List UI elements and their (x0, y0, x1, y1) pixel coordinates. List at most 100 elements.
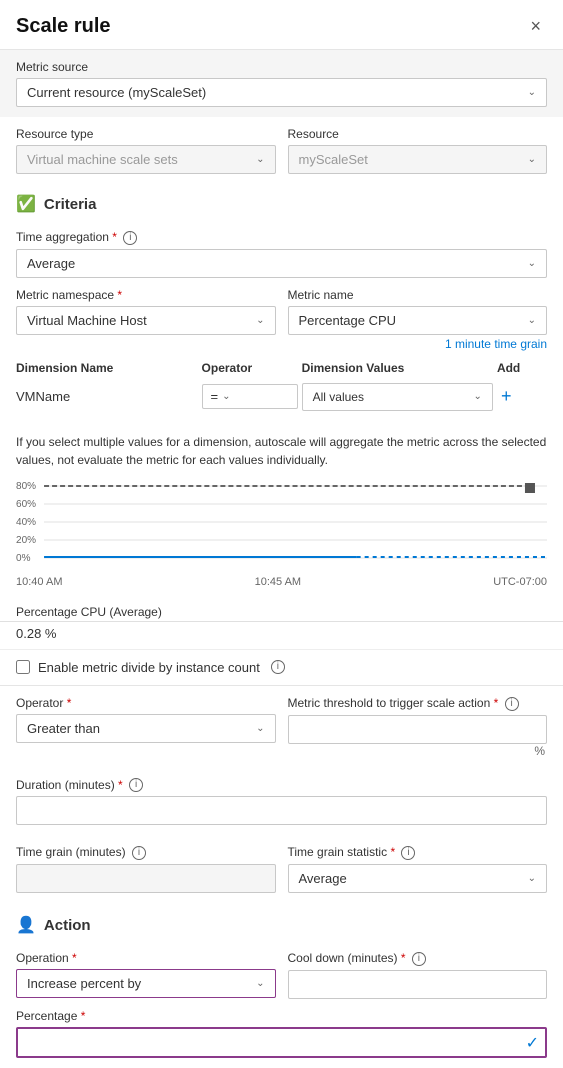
close-button[interactable]: × (524, 14, 547, 39)
operator-threshold-section: Operator * Greater than ⌄ Metric thresho… (0, 686, 563, 768)
dim-values-arrow-icon: ⌄ (474, 391, 482, 402)
percentage-field: Percentage * 20 ✓ (16, 1009, 547, 1058)
percentage-input[interactable]: 20 (16, 1027, 547, 1058)
add-dimension-button[interactable]: + (497, 386, 516, 407)
resource-type-arrow-icon: ⌄ (256, 154, 264, 165)
chart-time-1: 10:40 AM (16, 576, 62, 588)
metric-namespace-value: Virtual Machine Host (27, 313, 147, 328)
resource-type-resource-row: Resource type Virtual machine scale sets… (16, 127, 547, 174)
time-aggregation-required: * (112, 230, 117, 244)
dim-col-operator: Operator (202, 357, 302, 379)
criteria-header: ✅ Criteria (0, 184, 563, 220)
metric-threshold-input[interactable]: 70 (288, 715, 548, 744)
time-grain-statistic-value: Average (299, 871, 347, 886)
action-section: Operation * Increase percent by ⌄ Cool d… (0, 941, 563, 1068)
time-grain-stat-arrow-icon: ⌄ (528, 873, 536, 884)
enable-divide-label: Enable metric divide by instance count (38, 660, 260, 675)
resource-type-dropdown: Virtual machine scale sets ⌄ (16, 145, 276, 174)
dim-row-values: All values ⌄ (302, 379, 497, 415)
operator-dropdown[interactable]: Greater than ⌄ (16, 714, 276, 743)
duration-input[interactable]: 10 (16, 796, 547, 825)
resource-dropdown: myScaleSet ⌄ (288, 145, 548, 174)
percentage-input-container: 20 ✓ (16, 1027, 547, 1058)
metric-name-value: Percentage CPU (299, 313, 397, 328)
time-grain-section: Time grain (minutes) i 1 Time grain stat… (0, 835, 563, 903)
resource-label: Resource (288, 127, 548, 141)
metric-namespace-dropdown[interactable]: Virtual Machine Host ⌄ (16, 306, 276, 335)
time-aggregation-value: Average (27, 256, 75, 271)
metric-name-dropdown[interactable]: Percentage CPU ⌄ (288, 306, 548, 335)
time-grain-field: Time grain (minutes) i 1 (16, 845, 276, 893)
criteria-label: Criteria (44, 196, 97, 213)
dim-operator-arrow-icon: ⌄ (222, 391, 230, 402)
metric-source-label: Metric source (16, 60, 547, 74)
metric-value: 0.28 % (0, 622, 563, 650)
enable-divide-info-icon[interactable]: i (271, 660, 285, 674)
operator-threshold-row: Operator * Greater than ⌄ Metric thresho… (16, 696, 547, 758)
cool-down-info-icon[interactable]: i (412, 952, 426, 966)
duration-label: Duration (minutes) * i (16, 778, 547, 793)
resource-value: myScaleSet (299, 152, 368, 167)
resource-type-label: Resource type (16, 127, 276, 141)
panel-title: Scale rule (16, 15, 111, 38)
metric-namespace-label: Metric namespace * (16, 288, 276, 302)
dim-row-operator: = ⌄ (202, 379, 302, 415)
resource-type-value: Virtual machine scale sets (27, 152, 178, 167)
time-aggregation-dropdown[interactable]: Average ⌄ (16, 249, 547, 278)
cool-down-input[interactable]: 5 (288, 970, 548, 999)
metric-threshold-field: Metric threshold to trigger scale action… (288, 696, 548, 758)
time-grain-statistic-label: Time grain statistic * i (288, 845, 548, 860)
time-grain-note: 1 minute time grain (16, 335, 547, 353)
chart-svg: 80% 60% 40% 20% 0% (16, 481, 547, 571)
metric-threshold-suffix: % (288, 744, 548, 758)
metric-source-value: Current resource (myScaleSet) (27, 85, 206, 100)
metric-namespace-arrow-icon: ⌄ (256, 315, 264, 326)
time-aggregation-label: Time aggregation * i (16, 230, 547, 245)
metric-source-dropdown[interactable]: Current resource (myScaleSet) ⌄ (16, 78, 547, 107)
operator-label: Operator * (16, 696, 276, 710)
dim-operator-dropdown[interactable]: = ⌄ (202, 384, 298, 409)
operation-label: Operation * (16, 951, 276, 965)
metric-name-label: Metric name (288, 288, 548, 302)
duration-info-icon[interactable]: i (129, 778, 143, 792)
time-aggregation-info-icon[interactable]: i (123, 231, 137, 245)
operation-field: Operation * Increase percent by ⌄ (16, 951, 276, 999)
operation-value: Increase percent by (27, 976, 141, 991)
metric-threshold-label: Metric threshold to trigger scale action… (288, 696, 548, 711)
chart-time-3: UTC-07:00 (493, 576, 547, 588)
dim-values-dropdown[interactable]: All values ⌄ (302, 383, 493, 411)
time-grain-info-icon[interactable]: i (132, 846, 146, 860)
time-grain-statistic-dropdown[interactable]: Average ⌄ (288, 864, 548, 893)
dim-col-name: Dimension Name (16, 357, 202, 379)
panel-header: Scale rule × (0, 0, 563, 50)
dim-col-add: Add (497, 357, 547, 379)
svg-text:20%: 20% (16, 535, 36, 546)
metric-name-arrow-icon: ⌄ (528, 315, 536, 326)
time-grain-row: Time grain (minutes) i 1 Time grain stat… (16, 845, 547, 893)
metric-name-field: Metric name Percentage CPU ⌄ (288, 288, 548, 335)
time-aggregation-field: Time aggregation * i Average ⌄ (16, 230, 547, 278)
cool-down-label: Cool down (minutes) * i (288, 951, 548, 966)
enable-divide-checkbox[interactable] (16, 660, 30, 674)
metric-source-arrow-icon: ⌄ (528, 87, 536, 98)
metric-threshold-info-icon[interactable]: i (505, 697, 519, 711)
dimension-table: Dimension Name Operator Dimension Values… (16, 357, 547, 415)
dim-operator-value: = (211, 389, 219, 404)
svg-text:0%: 0% (16, 553, 31, 564)
table-row: VMName = ⌄ All values ⌄ + (16, 379, 547, 415)
time-aggregation-arrow-icon: ⌄ (528, 258, 536, 269)
percentage-check-icon: ✓ (526, 1033, 539, 1053)
svg-text:60%: 60% (16, 499, 36, 510)
info-note: If you select multiple values for a dime… (0, 425, 563, 477)
resource-section: Resource type Virtual machine scale sets… (0, 117, 563, 184)
time-grain-stat-info-icon[interactable]: i (401, 846, 415, 860)
time-grain-label: Time grain (minutes) i (16, 845, 276, 860)
operation-dropdown[interactable]: Increase percent by ⌄ (16, 969, 276, 998)
dim-col-values: Dimension Values (302, 357, 497, 379)
operator-value: Greater than (27, 721, 100, 736)
operation-cooldown-row: Operation * Increase percent by ⌄ Cool d… (16, 951, 547, 999)
chart-container: 80% 60% 40% 20% 0% 10:40 AM 10:45 AM UTC… (0, 481, 563, 601)
chart-time-labels: 10:40 AM 10:45 AM UTC-07:00 (16, 574, 547, 590)
operation-arrow-icon: ⌄ (256, 978, 264, 989)
svg-text:40%: 40% (16, 517, 36, 528)
